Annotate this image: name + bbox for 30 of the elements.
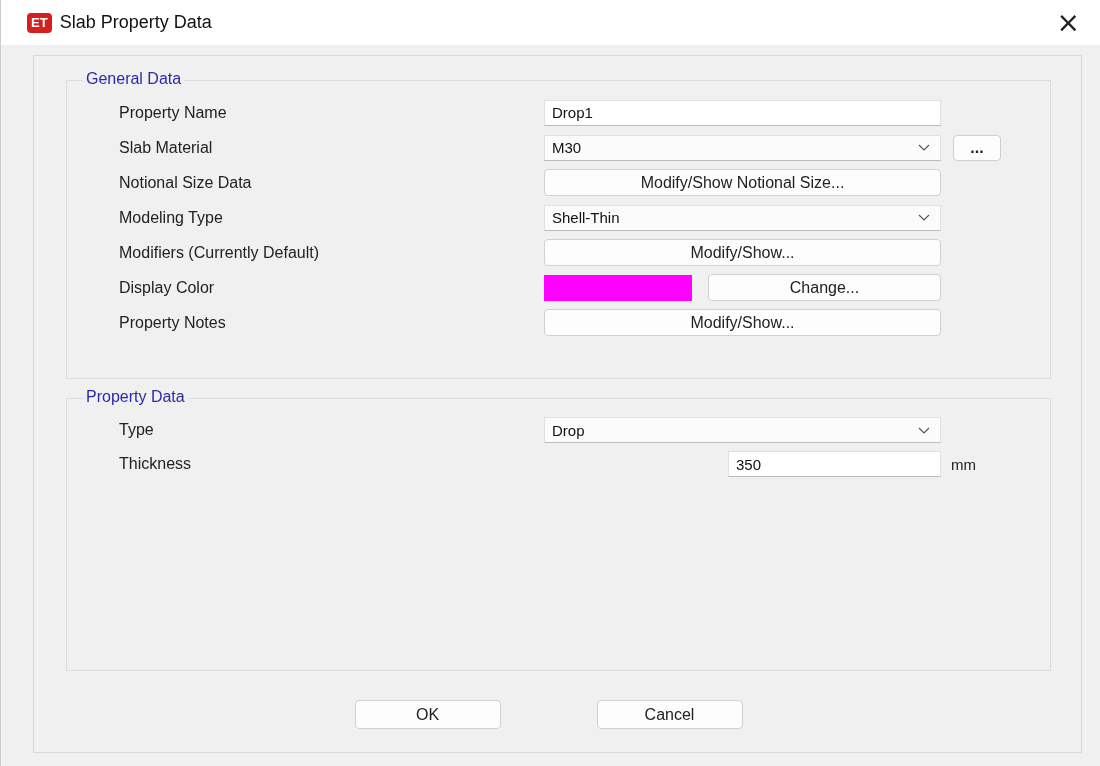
chevron-down-icon [918, 144, 930, 151]
window-title: Slab Property Data [59, 12, 212, 33]
field-label: Display Color [119, 278, 216, 297]
ok-button[interactable]: OK [354, 700, 501, 729]
field-label: Modifiers (Currently Default) [119, 243, 321, 262]
dropdown[interactable]: Shell-Thin [544, 204, 941, 231]
chevron-down-icon [918, 426, 930, 434]
field-label: Type [119, 421, 155, 439]
modify-button[interactable]: Modify/Show... [544, 239, 941, 266]
text-field[interactable]: Drop1 [544, 99, 941, 126]
unit-label: mm [951, 455, 977, 473]
browse-button[interactable]: ... [953, 134, 1001, 161]
change-button[interactable]: Change... [708, 274, 941, 301]
close-button[interactable]: × [1050, 8, 1086, 37]
field-label: Thickness [119, 455, 193, 473]
color-swatch[interactable] [544, 274, 692, 301]
dropdown[interactable]: Drop [544, 417, 941, 443]
app-logo-icon: ET [27, 12, 52, 33]
modify-button[interactable]: Modify/Show... [544, 309, 941, 336]
field-label: Slab Material [119, 138, 214, 157]
field-label: Modeling Type [119, 208, 224, 227]
chevron-down-icon [918, 214, 930, 221]
field-label: Notional Size Data [119, 173, 253, 192]
field-label: Property Name [119, 103, 228, 122]
modify-button[interactable]: Modify/Show Notional Size... [544, 169, 941, 196]
field-label: Property Notes [119, 313, 227, 332]
dropdown[interactable]: M30 [544, 134, 941, 161]
group-title: Property Data [83, 388, 188, 406]
number-field[interactable]: 350 [728, 451, 941, 477]
cancel-button[interactable]: Cancel [596, 700, 743, 729]
